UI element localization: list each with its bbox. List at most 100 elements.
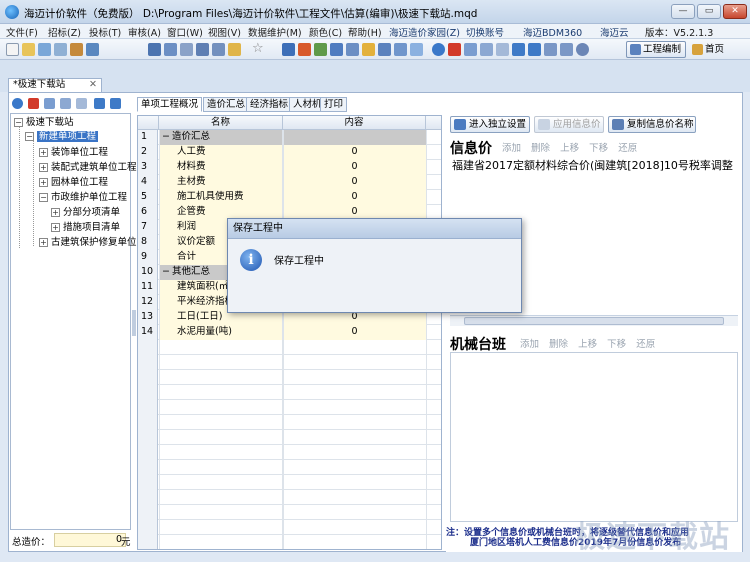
menu-data-maintenance[interactable]: 数据维护(M) [248, 25, 302, 39]
chart-icon[interactable] [228, 43, 241, 56]
empty-table-row[interactable] [138, 475, 441, 490]
indent-icon[interactable] [544, 43, 557, 56]
cell-content[interactable]: 0 [283, 325, 426, 340]
cell-content[interactable] [283, 415, 426, 430]
machine-add-button[interactable]: 添加 [520, 339, 539, 350]
arrow-down-icon[interactable] [528, 43, 541, 56]
tree-item-section-list[interactable]: + 分部分项清单 [51, 206, 120, 219]
tree-move-down-icon[interactable] [110, 98, 121, 109]
tab-cost-summary[interactable]: 造价汇总 [203, 97, 250, 112]
cell-name[interactable] [159, 340, 283, 355]
collapse-icon[interactable]: − [14, 118, 23, 127]
folder-icon[interactable] [362, 43, 375, 56]
table-row[interactable]: 4 主材费 0 [138, 175, 441, 190]
cell-name[interactable] [159, 430, 283, 445]
menu-tender[interactable]: 招标(Z) [48, 25, 81, 39]
cell-name[interactable] [159, 520, 283, 535]
collapse-icon[interactable]: − [39, 193, 48, 202]
table-row[interactable]: 1− 造价汇总 [138, 130, 441, 145]
cell-name[interactable] [159, 505, 283, 520]
cell-name[interactable] [159, 370, 283, 385]
expand-icon[interactable]: + [39, 163, 48, 172]
cell-name[interactable] [159, 445, 283, 460]
list-icon[interactable] [180, 43, 193, 56]
machine-move-down-button[interactable]: 下移 [607, 339, 626, 350]
cell-content[interactable] [283, 340, 426, 355]
empty-table-row[interactable] [138, 385, 441, 400]
column-header-name[interactable]: 名称 [159, 116, 283, 130]
expand-icon[interactable]: + [39, 178, 48, 187]
cell-name[interactable]: 施工机具使用费 [159, 190, 283, 205]
cell-content[interactable] [283, 400, 426, 415]
sync-icon[interactable] [410, 43, 423, 56]
empty-table-row[interactable] [138, 430, 441, 445]
print-icon[interactable] [378, 43, 391, 56]
tree-move-up-icon[interactable] [94, 98, 105, 109]
empty-table-row[interactable] [138, 460, 441, 475]
project-edit-button[interactable]: 工程编制 [626, 41, 686, 58]
empty-table-row[interactable] [138, 400, 441, 415]
cell-content[interactable]: 0 [283, 145, 426, 160]
tab-project-overview[interactable]: 单项工程概况 [137, 97, 203, 112]
close-button[interactable]: ✕ [723, 4, 747, 19]
add-icon[interactable] [432, 43, 445, 56]
info-price-entry[interactable]: 福建省2017定额材料综合价(闽建筑[2018]10号税率调整 [452, 157, 733, 173]
cell-content[interactable] [283, 475, 426, 490]
tree-item-prefab[interactable]: + 装配式建筑单位工程 [39, 161, 137, 174]
cell-content[interactable] [283, 430, 426, 445]
cell-content[interactable] [283, 370, 426, 385]
machine-restore-button[interactable]: 还原 [636, 339, 655, 350]
empty-table-row[interactable] [138, 505, 441, 520]
cell-content[interactable] [283, 385, 426, 400]
empty-table-row[interactable] [138, 490, 441, 505]
report-icon[interactable] [394, 43, 407, 56]
cell-content[interactable]: 0 [283, 175, 426, 190]
menu-bdm360[interactable]: 海迈BDM360 [523, 25, 582, 39]
delete-icon[interactable] [448, 43, 461, 56]
tree-paste-icon[interactable] [76, 98, 87, 109]
new-file-icon[interactable] [6, 43, 19, 56]
empty-table-row[interactable] [138, 445, 441, 460]
cell-name[interactable]: 人工费 [159, 145, 283, 160]
cell-name[interactable]: 主材费 [159, 175, 283, 190]
document-tab[interactable]: *极速下载站 ✕ [8, 78, 102, 92]
empty-table-row[interactable] [138, 415, 441, 430]
export-icon[interactable] [314, 43, 327, 56]
cell-content[interactable] [283, 355, 426, 370]
table-row[interactable]: 2 人工费 0 [138, 145, 441, 160]
collapse-icon[interactable]: − [162, 131, 170, 142]
apply-info-price-button[interactable]: 应用信息价 [534, 116, 604, 133]
cell-content[interactable] [283, 460, 426, 475]
table-row[interactable]: 3 材料费 0 [138, 160, 441, 175]
cell-content[interactable] [283, 535, 426, 549]
cell-name[interactable] [159, 385, 283, 400]
cell-name[interactable]: 材料费 [159, 160, 283, 175]
info-move-down-button[interactable]: 下移 [589, 143, 608, 154]
cell-content[interactable]: 0 [283, 160, 426, 175]
cell-name[interactable] [159, 475, 283, 490]
info-add-button[interactable]: 添加 [502, 143, 521, 154]
cell-name[interactable] [159, 490, 283, 505]
calc-icon[interactable] [164, 43, 177, 56]
arrow-up-icon[interactable] [512, 43, 525, 56]
table-row[interactable]: 14 水泥用量(吨) 0 [138, 325, 441, 340]
menu-color[interactable]: 颜色(C) [309, 25, 342, 39]
table-row[interactable]: 5 施工机具使用费 0 [138, 190, 441, 205]
maximize-button[interactable]: ▭ [697, 4, 721, 19]
menu-switch-account[interactable]: 切换账号 [466, 25, 504, 39]
tree-add-icon[interactable] [12, 98, 23, 109]
tree-item-municipal[interactable]: − 市政维护单位工程 [39, 191, 127, 204]
cell-name[interactable] [159, 355, 283, 370]
settings-icon[interactable] [282, 43, 295, 56]
cell-name[interactable]: 水泥用量(吨) [159, 325, 283, 340]
tree-item-new-project[interactable]: − 新建单项工程 [25, 130, 99, 143]
info-move-up-button[interactable]: 上移 [560, 143, 579, 154]
menu-haimai-home[interactable]: 海迈造价家园(Z) [389, 25, 460, 39]
panel-splitter[interactable] [132, 310, 136, 336]
outdent-icon[interactable] [560, 43, 573, 56]
info-restore-button[interactable]: 还原 [618, 143, 637, 154]
horizontal-scrollbar[interactable] [450, 315, 738, 326]
cell-name[interactable] [159, 400, 283, 415]
cell-name[interactable] [159, 535, 283, 549]
cell-name[interactable] [159, 415, 283, 430]
